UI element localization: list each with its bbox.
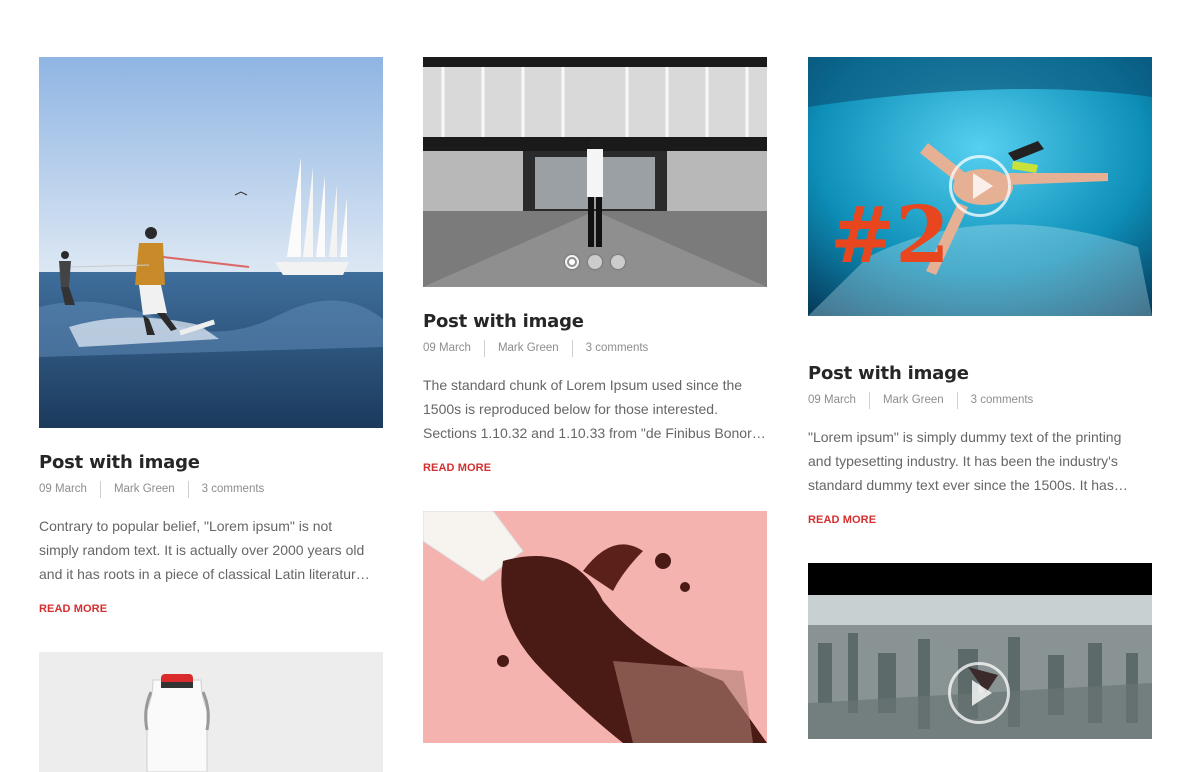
post-date: 09 March — [808, 394, 856, 406]
meta-divider — [571, 339, 573, 357]
post-meta: 09 March Mark Green 3 comments — [39, 480, 383, 498]
read-more-link[interactable]: READ MORE — [808, 514, 876, 526]
post-card: #2 Post with image 09 March Mark Green 3… — [808, 57, 1152, 527]
post-meta: 09 March Mark Green 3 comments — [423, 339, 767, 357]
meta-divider — [956, 391, 958, 409]
post-column-3: #2 Post with image 09 March Mark Green 3… — [808, 57, 1152, 739]
post-excerpt: The standard chunk of Lorem Ipsum used s… — [423, 373, 767, 445]
excerpt-line: simply random text. It is actually over … — [39, 542, 365, 558]
bottle-image — [39, 652, 383, 772]
post-comments[interactable]: 3 comments — [971, 394, 1034, 406]
excerpt-line: The standard chunk of Lorem Ipsum used s… — [423, 377, 743, 393]
post-column-1: Post with image 09 March Mark Green 3 co… — [39, 57, 383, 772]
post-card: Post with image 09 March Mark Green 3 co… — [423, 57, 767, 475]
excerpt-line: Sections 1.10.32 and 1.10.33 from "de Fi… — [423, 425, 767, 441]
meta-divider — [99, 480, 101, 498]
post-title[interactable]: Post with image — [808, 363, 1152, 385]
post-date: 09 March — [423, 342, 471, 354]
video-overlay-text: #2 — [830, 190, 950, 281]
excerpt-line: and typesetting industry. It has been th… — [808, 453, 1118, 469]
kitesurfer-image — [39, 57, 383, 428]
slider-dot[interactable] — [565, 255, 579, 269]
post-video-thumbnail[interactable] — [808, 563, 1152, 739]
building-image — [423, 57, 767, 287]
post-title[interactable]: Post with image — [423, 311, 767, 333]
meta-divider — [483, 339, 485, 357]
slider-dot[interactable] — [588, 255, 602, 269]
post-date: 09 March — [39, 483, 87, 495]
post-author[interactable]: Mark Green — [498, 342, 559, 354]
excerpt-line: "Lorem ipsum" is simply dummy text of th… — [808, 429, 1122, 445]
excerpt-line: 1500s is reproduced below for those inte… — [423, 401, 718, 417]
post-thumbnail[interactable] — [423, 511, 767, 743]
post-title[interactable]: Post with image — [39, 452, 383, 474]
post-thumbnail[interactable] — [39, 57, 383, 428]
post-meta: 09 March Mark Green 3 comments — [808, 391, 1152, 409]
post-comments[interactable]: 3 comments — [586, 342, 649, 354]
excerpt-line: and it has roots in a piece of classical… — [39, 566, 370, 582]
post-author[interactable]: Mark Green — [114, 483, 175, 495]
post-author[interactable]: Mark Green — [883, 394, 944, 406]
post-thumbnail[interactable] — [39, 652, 383, 772]
slider-pagination — [423, 255, 767, 269]
post-gallery-slider[interactable] — [423, 57, 767, 287]
read-more-link[interactable]: READ MORE — [39, 603, 107, 615]
excerpt-line: standard dummy text ever since the 1500s… — [808, 477, 1128, 493]
excerpt-line: Contrary to popular belief, "Lorem ipsum… — [39, 518, 333, 534]
read-more-link[interactable]: READ MORE — [423, 462, 491, 474]
post-video-thumbnail[interactable]: #2 — [808, 57, 1152, 316]
chocolate-splash-image — [423, 511, 767, 743]
post-comments[interactable]: 3 comments — [202, 483, 265, 495]
post-card: Post with image 09 March Mark Green 3 co… — [39, 57, 383, 616]
play-icon[interactable] — [949, 155, 1011, 217]
play-icon[interactable] — [948, 662, 1010, 724]
post-excerpt: "Lorem ipsum" is simply dummy text of th… — [808, 425, 1152, 497]
post-excerpt: Contrary to popular belief, "Lorem ipsum… — [39, 514, 383, 586]
slider-dot[interactable] — [611, 255, 625, 269]
meta-divider — [187, 480, 189, 498]
meta-divider — [868, 391, 870, 409]
post-column-2: Post with image 09 March Mark Green 3 co… — [423, 57, 767, 743]
